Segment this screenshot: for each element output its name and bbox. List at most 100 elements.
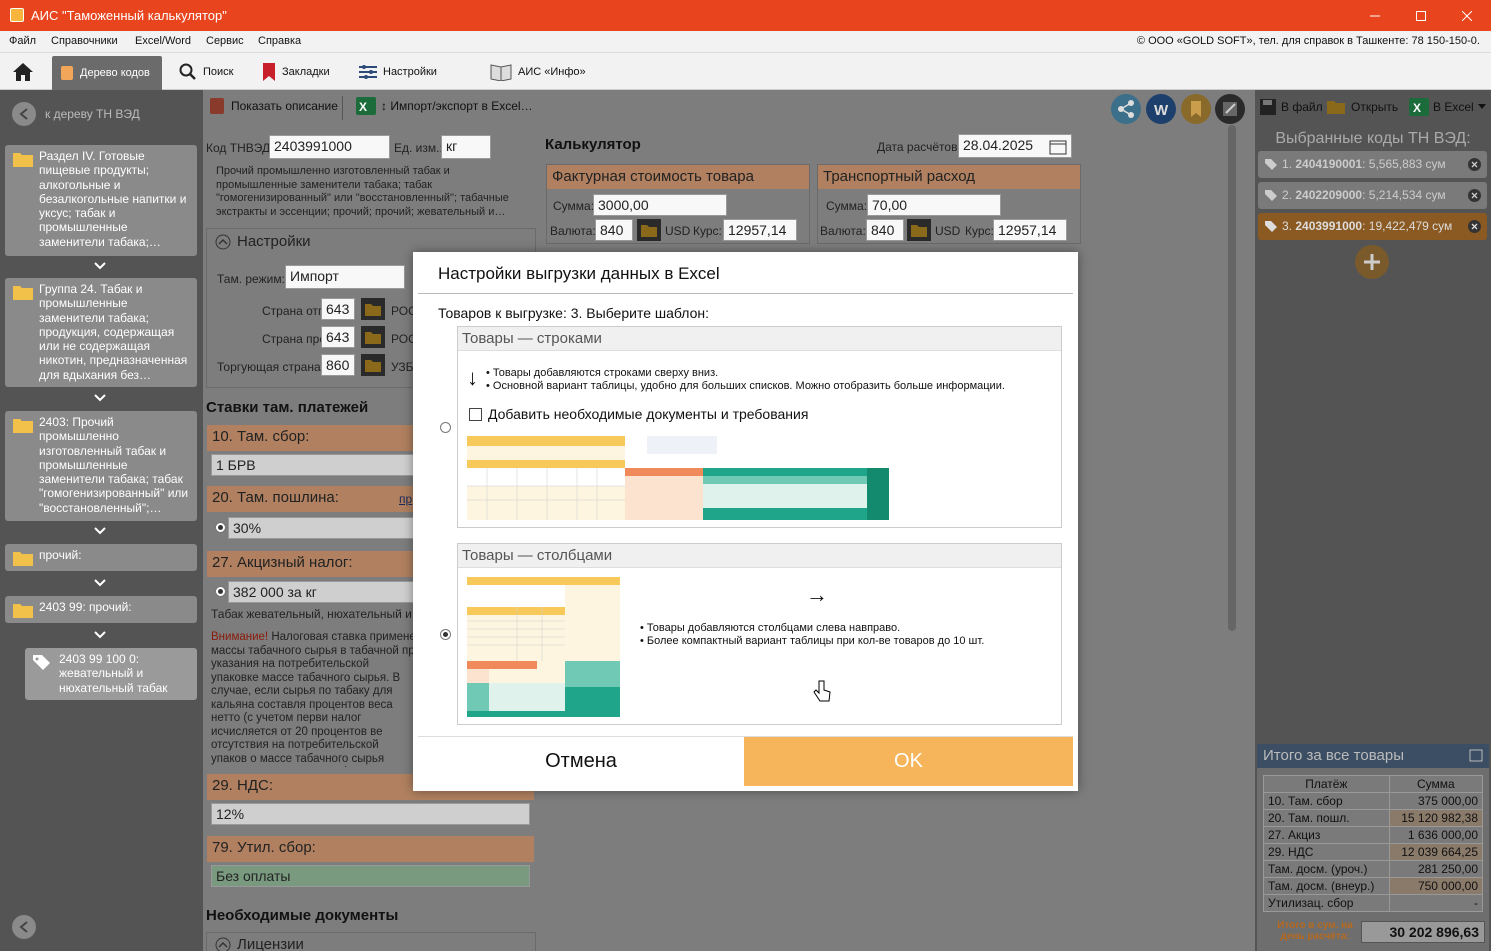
remove-item-button[interactable] bbox=[1468, 189, 1481, 202]
trade-name: УЗБ bbox=[391, 360, 414, 374]
menu-excel-word[interactable]: Excel/Word bbox=[135, 35, 191, 47]
folder-picker-button[interactable] bbox=[361, 326, 385, 348]
save-to-file-label: В файл bbox=[1281, 100, 1323, 114]
row-sum: 1 636 000,00 bbox=[1388, 826, 1484, 844]
menu-service[interactable]: Сервис bbox=[206, 35, 244, 47]
tree-node-group[interactable]: Группа 24. Табак и промышленные замените… bbox=[5, 278, 197, 387]
excise-radio[interactable] bbox=[215, 586, 226, 597]
tree-node-other[interactable]: прочий: bbox=[5, 544, 197, 571]
template-columns-radio[interactable] bbox=[440, 629, 451, 640]
transport-rate-field[interactable]: 12957,14 bbox=[993, 219, 1067, 241]
share-button[interactable] bbox=[1111, 94, 1141, 124]
menu-bar: Файл Справочники Excel/Word Сервис Справ… bbox=[0, 31, 1491, 53]
folder-picker-button[interactable] bbox=[637, 219, 661, 241]
menu-file[interactable]: Файл bbox=[9, 35, 36, 47]
selected-code-item-active[interactable]: 3. 2403991000: 19,422,479 сум bbox=[1258, 213, 1487, 240]
tab-code-tree[interactable]: Дерево кодов bbox=[52, 56, 162, 90]
dialog-button-bar: Отмена OK bbox=[418, 736, 1073, 786]
tree-node-section[interactable]: Раздел IV. Готовые пищевые продукты; алк… bbox=[5, 145, 197, 256]
add-docs-checkbox[interactable] bbox=[469, 407, 482, 421]
maximize-button[interactable] bbox=[1398, 0, 1444, 31]
invoice-currency-field[interactable]: 840 bbox=[595, 219, 633, 241]
back-arrow-icon bbox=[12, 102, 36, 126]
excise-value: 382 000 за кг bbox=[228, 581, 417, 603]
licenses-toggle[interactable]: Лицензии bbox=[215, 936, 304, 951]
regime-select[interactable]: Импорт bbox=[285, 265, 405, 289]
home-icon bbox=[13, 62, 33, 81]
arrow-right-icon: → bbox=[806, 582, 828, 607]
calendar-icon[interactable] bbox=[1049, 138, 1067, 155]
word-icon: W bbox=[1154, 102, 1169, 119]
code-field[interactable]: 2403991000 bbox=[269, 135, 390, 159]
selected-code-item[interactable]: 1. 2404190001: 5,565,883 сум bbox=[1258, 151, 1487, 178]
tab-search[interactable]: Поиск bbox=[171, 53, 241, 90]
duty-radio[interactable] bbox=[215, 522, 226, 533]
tab-settings[interactable]: Настройки bbox=[351, 53, 445, 90]
origin-send-field[interactable]: 643 bbox=[321, 298, 355, 320]
template-columns-card[interactable]: Товары — столбцами → • Товары добавляютс… bbox=[457, 543, 1062, 725]
selected-codes-panel: В файл Открыть X В Excel Выбранные коды … bbox=[1255, 90, 1491, 951]
add-docs-checkbox-row[interactable]: Добавить необходимые документы и требова… bbox=[469, 406, 808, 422]
collapse-panel-button[interactable] bbox=[12, 915, 36, 939]
code-label: Код ТНВЭД: bbox=[206, 141, 274, 155]
back-to-tree-link[interactable]: к дереву ТН ВЭД bbox=[12, 102, 140, 126]
folder-picker-button[interactable] bbox=[361, 298, 385, 320]
main-scrollbar[interactable] bbox=[1228, 125, 1236, 631]
duty-header: 20. Там. пошлина: bbox=[207, 486, 417, 512]
trade-field[interactable]: 860 bbox=[321, 354, 355, 376]
folder-icon bbox=[641, 225, 657, 237]
minimize-button[interactable] bbox=[1352, 0, 1398, 31]
word-export-button[interactable]: W bbox=[1146, 94, 1176, 124]
date-field[interactable]: 28.04.2025 bbox=[958, 134, 1072, 158]
tree-node-leaf[interactable]: 2403 99 100 0: жевательный и нюхательный… bbox=[25, 648, 197, 700]
tree-node-subheading[interactable]: 2403 99: прочий: bbox=[5, 596, 197, 623]
folder-picker-button[interactable] bbox=[361, 354, 385, 376]
invoice-sum-field[interactable]: 3000,00 bbox=[593, 194, 727, 216]
tree-node-heading[interactable]: 2403: Прочий промышленно изготовленный т… bbox=[5, 411, 197, 521]
book-icon bbox=[61, 66, 73, 80]
tree-node-label: прочий: bbox=[39, 548, 82, 562]
menu-references[interactable]: Справочники bbox=[51, 35, 118, 47]
settings-toggle[interactable]: Настройки bbox=[215, 233, 311, 250]
open-file-button[interactable]: Открыть bbox=[1327, 98, 1398, 116]
transport-rate-label: Курс: bbox=[965, 224, 994, 238]
remove-item-button[interactable] bbox=[1468, 158, 1481, 171]
add-code-button[interactable] bbox=[1355, 245, 1389, 279]
origin-field[interactable]: 643 bbox=[321, 326, 355, 348]
template-rows-radio[interactable] bbox=[440, 422, 451, 433]
svg-text:X: X bbox=[359, 100, 367, 114]
tag-icon bbox=[1265, 221, 1277, 232]
close-button[interactable] bbox=[1444, 0, 1490, 31]
close-icon bbox=[1471, 192, 1478, 199]
tab-info[interactable]: АИС «Инфо» bbox=[482, 53, 594, 90]
folder-picker-button[interactable] bbox=[907, 219, 931, 241]
tab-bookmarks[interactable]: Закладки bbox=[254, 53, 338, 90]
expand-icon[interactable] bbox=[1469, 749, 1483, 762]
duty-link[interactable]: пр bbox=[399, 492, 412, 506]
app-icon bbox=[10, 8, 24, 22]
home-button[interactable] bbox=[4, 53, 42, 90]
transport-currency-field[interactable]: 840 bbox=[866, 219, 904, 241]
unit-field[interactable]: кг bbox=[441, 135, 491, 159]
show-description-button[interactable]: Показать описание bbox=[209, 97, 338, 115]
tab-settings-label: Настройки bbox=[383, 65, 437, 78]
invoice-rate-field[interactable]: 12957,14 bbox=[723, 219, 797, 241]
excel-icon: X bbox=[1409, 98, 1429, 116]
remove-item-button[interactable] bbox=[1468, 220, 1481, 233]
totals-header-row: Платёж Сумма bbox=[1263, 775, 1484, 793]
save-to-file-button[interactable]: В файл bbox=[1259, 98, 1323, 116]
menu-help[interactable]: Справка bbox=[258, 35, 301, 47]
row-name: Там. досм. (внеур.) bbox=[1263, 877, 1390, 895]
folder-icon bbox=[13, 153, 33, 167]
show-description-label: Показать описание bbox=[231, 99, 338, 113]
ok-button[interactable]: OK bbox=[744, 737, 1073, 786]
export-excel-button[interactable]: X В Excel bbox=[1409, 98, 1486, 116]
notes-button[interactable] bbox=[1215, 94, 1245, 124]
import-export-button[interactable]: X ↕ Импорт/экспорт в Excel… bbox=[356, 97, 533, 115]
selected-code-item[interactable]: 2. 2402209000: 5,214,534 сум bbox=[1258, 182, 1487, 209]
transport-sum-field[interactable]: 70,00 bbox=[867, 194, 1001, 216]
cancel-button[interactable]: Отмена bbox=[418, 737, 744, 786]
template-rows-card[interactable]: Товары — строками ↓ • Товары добавляются… bbox=[457, 326, 1062, 528]
bookmark-add-button[interactable] bbox=[1181, 94, 1211, 124]
open-file-label: Открыть bbox=[1351, 100, 1399, 114]
